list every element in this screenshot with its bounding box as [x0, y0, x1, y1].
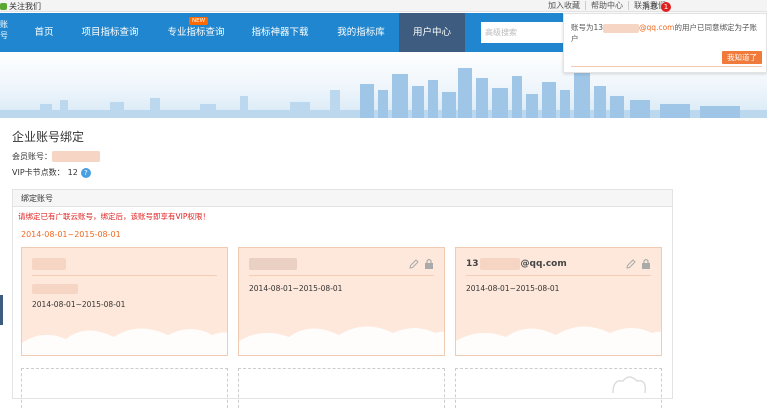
card-title: 13 @qq.com — [466, 258, 567, 270]
follow-us-link[interactable]: 关注我们 — [0, 1, 41, 12]
nav-item-professional-label: 专业指标查询 — [167, 27, 225, 38]
bind-warning: 请绑定已有广联云账号，绑定后，该账号即享有VIP权限！ — [18, 212, 210, 221]
vip-node-value: 12 — [67, 168, 78, 177]
cloud-decoration — [239, 326, 444, 355]
top-bar: 关注我们 加入收藏 帮助中心 联系我们 消息 1 — [0, 0, 767, 12]
nav-item-home[interactable]: 首页 — [22, 13, 66, 52]
edit-icon[interactable] — [409, 258, 419, 269]
empty-card-slot[interactable] — [21, 368, 228, 408]
card-tools — [409, 258, 434, 269]
got-it-button[interactable]: 我知道了 — [722, 51, 762, 64]
card-date: 2014-08-01~2015-08-01 — [249, 284, 343, 293]
cloud-decoration — [456, 326, 661, 355]
nav-edge-text: 账号 — [0, 20, 8, 40]
card-account-prefix: 13 — [466, 259, 479, 269]
left-edge-tab[interactable] — [0, 295, 3, 325]
lock-icon[interactable] — [641, 258, 651, 269]
help-center-link[interactable]: 帮助中心 — [585, 1, 628, 10]
vip-node-label: VIP卡节点数： — [12, 168, 65, 177]
card-date: 2014-08-01~2015-08-01 — [32, 300, 126, 309]
follow-icon — [0, 3, 7, 10]
messages-count-badge: 1 — [661, 1, 671, 12]
bind-account-panel: 绑定账号 请绑定已有广联云账号，绑定后，该账号即享有VIP权限！ 2014-08… — [12, 189, 673, 408]
account-card[interactable]: 2014-08-01~2015-08-01 — [238, 247, 445, 356]
card-divider — [466, 275, 651, 276]
notification-popup: 账号为13 @qq.com的用户已同意绑定为子账户 我知道了 — [563, 13, 767, 73]
messages-label: 消息 — [642, 2, 658, 11]
messages-link[interactable]: 消息 1 — [642, 1, 671, 12]
member-account-value-redacted — [52, 151, 100, 162]
notification-email: @qq.com — [639, 23, 675, 32]
nav-item-tool-download[interactable]: 指标神器下载 — [242, 13, 318, 52]
account-card[interactable]: 13 @qq.com 2014-08-01~2015-08-01 — [455, 247, 662, 356]
card-title — [249, 258, 297, 270]
nav-item-project-index[interactable]: 项目指标查询 — [72, 13, 148, 52]
add-favorite-link[interactable]: 加入收藏 — [543, 1, 585, 10]
panel-header: 绑定账号 — [13, 190, 672, 207]
nav-item-user-center[interactable]: 用户中心 — [399, 13, 465, 52]
notification-account-redacted — [603, 23, 640, 33]
new-badge: NEW — [189, 17, 209, 25]
search-input[interactable]: 高级搜索 — [481, 22, 567, 43]
card-title — [32, 258, 66, 270]
nav-item-my-index-library[interactable]: 我的指标库 — [328, 13, 394, 52]
card-divider — [249, 275, 434, 276]
card-tools — [626, 258, 651, 269]
notification-text: 账号为13 @qq.com的用户已同意绑定为子账户 — [571, 22, 763, 44]
card-date: 2014-08-01~2015-08-01 — [466, 284, 560, 293]
card-account-suffix: @qq.com — [520, 259, 567, 269]
help-icon[interactable]: ? — [80, 167, 91, 178]
member-account-label: 会员账号： — [12, 152, 52, 161]
follow-label: 关注我们 — [9, 2, 41, 11]
card-account-redacted — [479, 258, 520, 270]
validity-range: 2014-08-01~2015-08-01 — [21, 230, 121, 239]
card-divider — [32, 275, 217, 276]
card-subtitle-redacted — [32, 284, 78, 294]
placeholder-icon — [612, 376, 647, 394]
edit-icon[interactable] — [626, 258, 636, 269]
empty-card-slot[interactable] — [455, 368, 662, 408]
card-account-redacted — [32, 258, 66, 270]
empty-card-slot[interactable] — [238, 368, 445, 408]
card-account-redacted — [249, 258, 297, 270]
vip-node-row: VIP卡节点数： 12 ? — [12, 167, 91, 178]
page-title: 企业账号绑定 — [12, 130, 85, 144]
member-account-row: 会员账号： — [12, 151, 100, 162]
lock-icon[interactable] — [424, 258, 434, 269]
cloud-decoration — [22, 328, 227, 355]
account-card[interactable]: 2014-08-01~2015-08-01 — [21, 247, 228, 356]
notification-text-before: 账号为13 — [571, 23, 604, 32]
popup-divider — [571, 66, 762, 67]
